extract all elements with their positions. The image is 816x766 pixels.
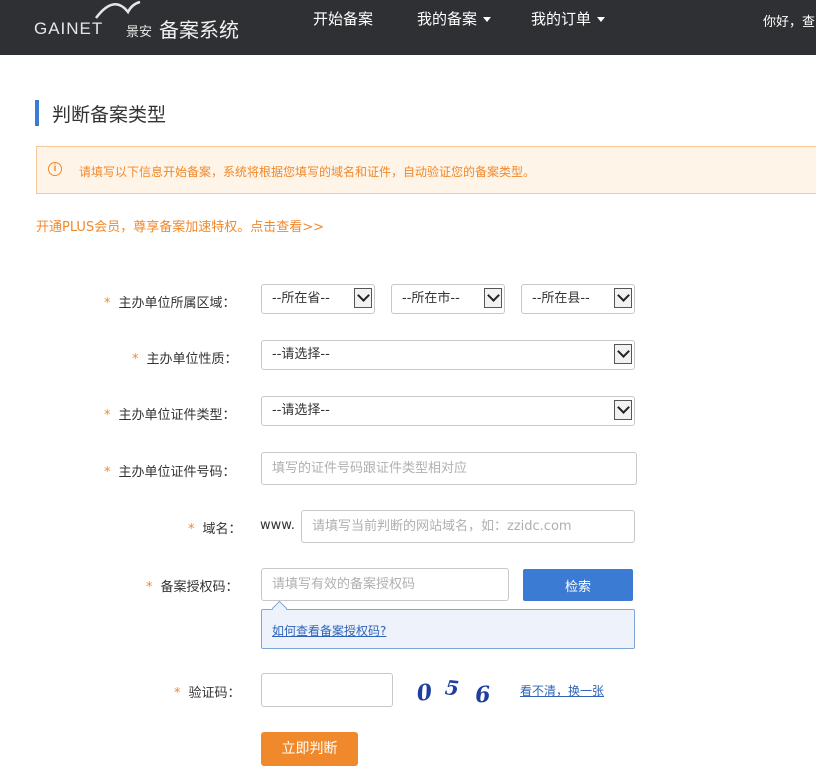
nav-start-filing-label: 开始备案 <box>313 10 374 28</box>
cert-type-select[interactable]: --请选择-- <box>261 396 635 426</box>
province-select-value: --所在省-- <box>272 291 330 306</box>
nature-label: * 主办单位性质： <box>132 348 238 367</box>
domain-input[interactable] <box>301 510 635 543</box>
brand-mark: GAINET <box>34 19 104 38</box>
auth-code-help-link[interactable]: 如何查看备案授权码? <box>272 622 386 639</box>
nature-label-text: 主办单位性质： <box>146 352 238 367</box>
required-asterisk: * <box>104 408 111 423</box>
nav-start-filing[interactable]: 开始备案 <box>313 8 373 28</box>
required-asterisk: * <box>188 522 195 537</box>
title-accent-bar <box>35 100 39 126</box>
logo[interactable]: GAINET 景安 备案系统 <box>34 0 254 48</box>
domain-label: * 域名： <box>188 518 242 537</box>
region-label: * 主办单位所属区域： <box>104 292 236 311</box>
county-select[interactable]: --所在县-- <box>521 284 635 314</box>
auth-code-label-text: 备案授权码： <box>160 580 239 595</box>
www-prefix: www. <box>260 518 295 533</box>
province-select[interactable]: --所在省-- <box>261 284 375 314</box>
logo-swoosh-icon <box>95 0 141 19</box>
captcha-input[interactable] <box>261 673 393 707</box>
cert-number-input[interactable] <box>261 452 637 485</box>
caret-down-icon <box>483 17 492 22</box>
system-title: 备案系统 <box>159 18 239 42</box>
nature-select-value: --请选择-- <box>272 347 330 362</box>
auth-code-help-tooltip: 如何查看备案授权码? <box>261 609 635 649</box>
dropdown-arrow-icon <box>614 344 632 364</box>
captcha-char-0: 0 <box>415 679 434 707</box>
dropdown-arrow-icon <box>354 288 372 308</box>
nav-my-filings-label: 我的备案 <box>417 10 478 28</box>
plus-membership-link[interactable]: 开通PLUS会员，尊享备案加速特权。点击查看>> <box>36 216 324 235</box>
required-asterisk: * <box>104 465 111 480</box>
dropdown-arrow-icon <box>614 400 632 420</box>
notice-text: 请填写以下信息开始备案，系统将根据您填写的域名和证件，自动验证您的备案类型。 <box>79 165 536 179</box>
required-asterisk: * <box>132 352 139 367</box>
domain-label-text: 域名： <box>202 522 242 537</box>
captcha-char-2: 6 <box>474 682 491 708</box>
info-icon: i <box>48 162 62 176</box>
top-navbar: GAINET 景安 备案系统 开始备案 我的备案 我的订单 你好，查 <box>0 0 816 55</box>
auth-code-label: * 备案授权码： <box>146 576 239 595</box>
cert-type-label: * 主办单位证件类型： <box>104 404 236 423</box>
cert-no-label-text: 主办单位证件号码： <box>118 465 236 480</box>
dropdown-arrow-icon <box>614 288 632 308</box>
region-label-text: 主办单位所属区域： <box>118 296 236 311</box>
required-asterisk: * <box>146 580 153 595</box>
nature-select[interactable]: --请选择-- <box>261 340 635 370</box>
caret-down-icon <box>597 17 606 22</box>
city-select-value: --所在市-- <box>402 291 460 306</box>
page-title: 判断备案类型 <box>52 104 167 126</box>
captcha-refresh-link[interactable]: 看不清，换一张 <box>520 682 604 699</box>
required-asterisk: * <box>174 686 181 701</box>
captcha-image[interactable]: 0 5 6 <box>413 674 503 708</box>
search-button[interactable]: 检索 <box>523 569 633 601</box>
info-notice: i 请填写以下信息开始备案，系统将根据您填写的域名和证件，自动验证您的备案类型。 <box>36 146 816 194</box>
dropdown-arrow-icon <box>484 288 502 308</box>
cert-no-label: * 主办单位证件号码： <box>104 461 236 480</box>
city-select[interactable]: --所在市-- <box>391 284 505 314</box>
cert-type-label-text: 主办单位证件类型： <box>118 408 236 423</box>
captcha-char-1: 5 <box>444 675 460 700</box>
brand-cn: 景安 <box>126 25 153 40</box>
user-greeting[interactable]: 你好，查 <box>763 11 815 30</box>
auth-code-input[interactable] <box>261 568 509 601</box>
submit-button[interactable]: 立即判断 <box>261 732 358 766</box>
nav-my-orders-label: 我的订单 <box>531 10 592 28</box>
captcha-label-text: 验证码： <box>188 686 241 701</box>
nav-my-orders[interactable]: 我的订单 <box>531 8 606 28</box>
cert-type-select-value: --请选择-- <box>272 403 330 418</box>
captcha-label: * 验证码： <box>174 682 241 701</box>
required-asterisk: * <box>104 296 111 311</box>
county-select-value: --所在县-- <box>532 291 590 306</box>
nav-my-filings[interactable]: 我的备案 <box>417 8 492 28</box>
